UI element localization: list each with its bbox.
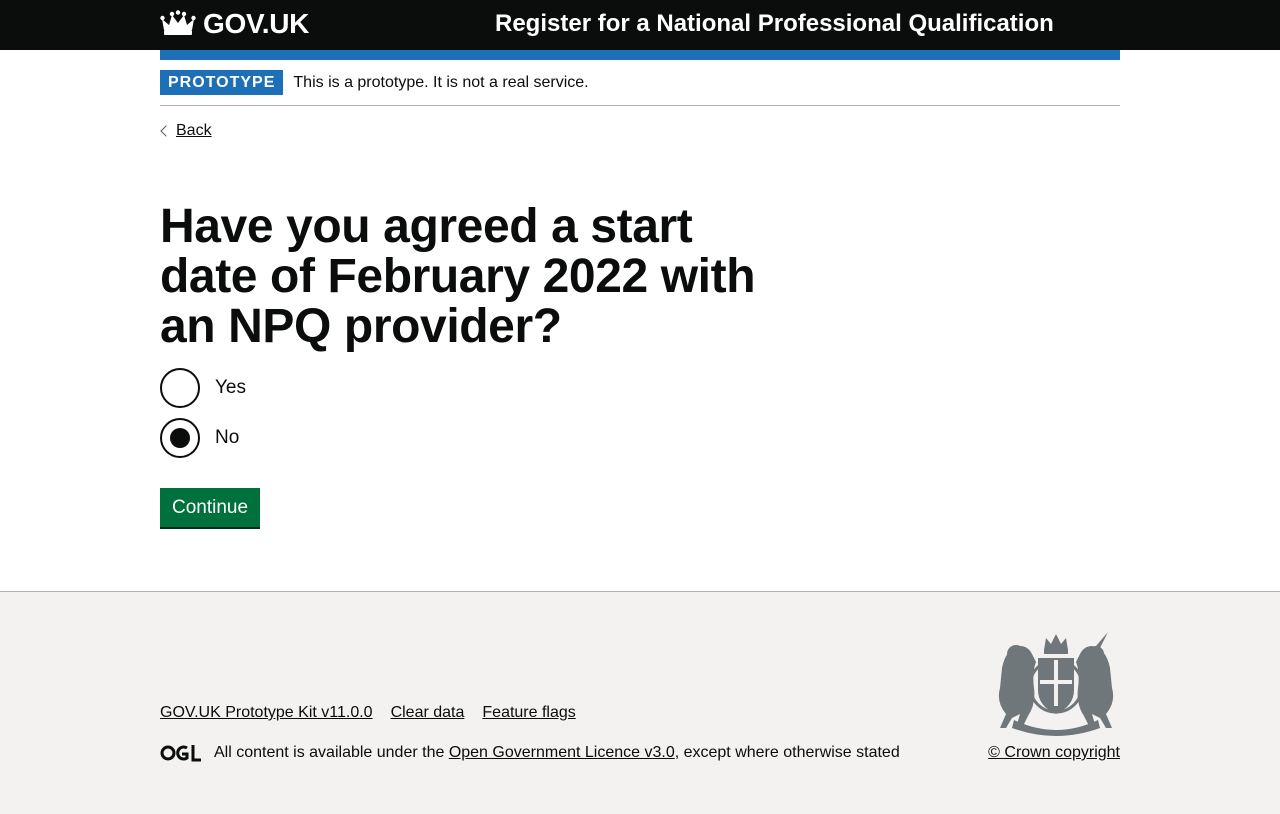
licence-statement: All content is available under the Open …: [160, 744, 900, 762]
chevron-left-icon: [160, 125, 172, 137]
radio-option-no[interactable]: No: [160, 418, 1120, 458]
ogl-logo-icon: [160, 745, 201, 762]
licence-link[interactable]: Open Government Licence v3.0: [449, 744, 675, 762]
crown-copyright-link[interactable]: © Crown copyright: [988, 744, 1120, 762]
govuk-logo-link[interactable]: GOV.UK: [160, 8, 310, 39]
header-blue-bar: [160, 50, 1120, 60]
radio-input-no[interactable]: [160, 418, 200, 458]
radio-input-yes[interactable]: [160, 368, 200, 408]
footer-links: GOV.UK Prototype Kit v11.0.0 Clear data …: [160, 704, 576, 722]
royal-crest-icon: [998, 632, 1114, 736]
radio-option-yes[interactable]: Yes: [160, 368, 1120, 408]
back-link[interactable]: Back: [176, 122, 212, 140]
back-link-wrapper: Back: [160, 122, 212, 140]
site-footer: GOV.UK Prototype Kit v11.0.0 Clear data …: [0, 591, 1280, 814]
licence-prefix: All content is available under the: [214, 744, 449, 761]
site-header: GOV.UK Register for a National Professio…: [0, 0, 1280, 50]
main-container: PROTOTYPE This is a prototype. It is not…: [160, 60, 1120, 527]
crown-icon: [160, 10, 196, 35]
service-name-link[interactable]: Register for a National Professional Qua…: [495, 10, 1054, 38]
footer-link-clear-data[interactable]: Clear data: [391, 704, 465, 722]
page-title: Have you agreed a start date of February…: [160, 200, 756, 353]
footer-link-feature-flags[interactable]: Feature flags: [482, 704, 575, 722]
licence-suffix: , except where otherwise stated: [674, 744, 900, 761]
phase-banner-text: This is a prototype. It is not a real se…: [293, 73, 589, 91]
logo-text: GOV.UK: [203, 8, 310, 39]
footer-link-prototype-kit[interactable]: GOV.UK Prototype Kit v11.0.0: [160, 704, 373, 722]
continue-button[interactable]: Continue: [160, 488, 261, 527]
phase-banner: PROTOTYPE This is a prototype. It is not…: [160, 60, 1120, 106]
radio-label-yes[interactable]: Yes: [215, 377, 246, 399]
radio-label-no[interactable]: No: [215, 427, 239, 449]
radio-group: Yes No: [160, 368, 1120, 458]
phase-tag: PROTOTYPE: [160, 70, 284, 95]
